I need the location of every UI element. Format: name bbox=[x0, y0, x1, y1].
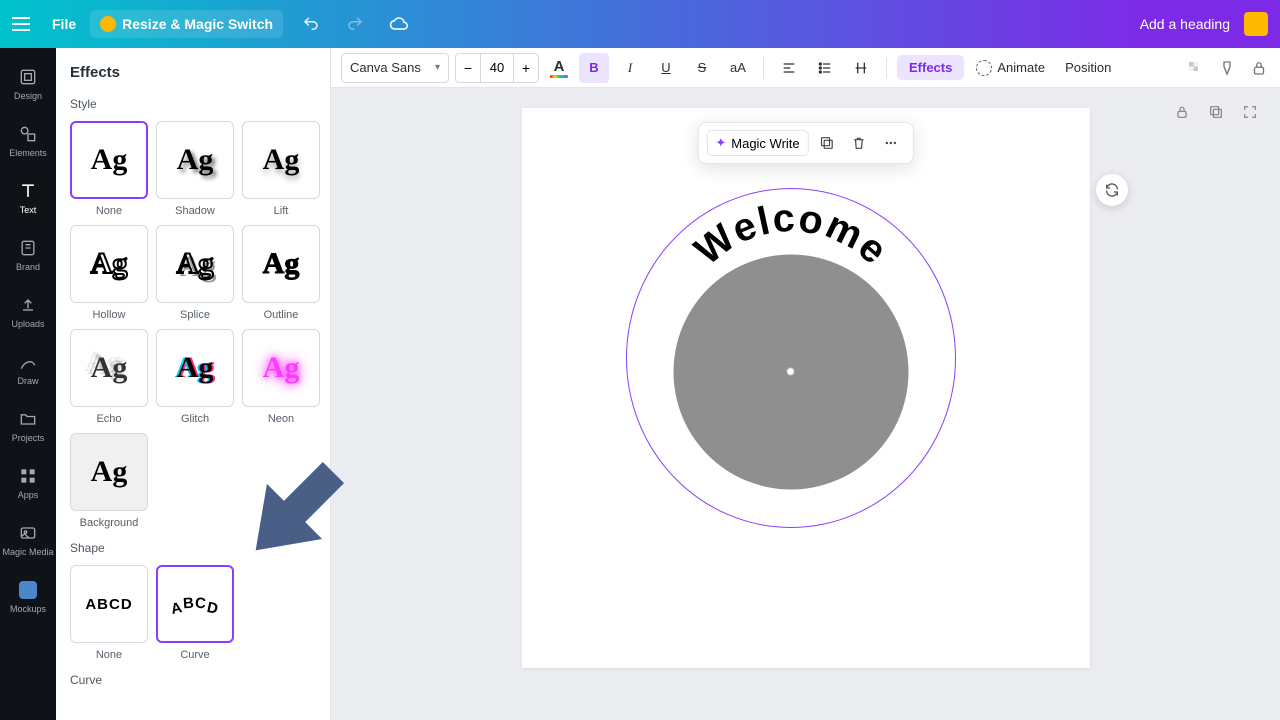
cloud-sync-icon[interactable] bbox=[383, 8, 415, 40]
font-size-control: − + bbox=[455, 53, 539, 83]
toolbar-separator bbox=[763, 57, 764, 79]
font-size-input[interactable] bbox=[480, 54, 514, 82]
font-family-dropdown[interactable]: Canva Sans ▾ bbox=[341, 53, 449, 83]
animate-icon bbox=[976, 60, 992, 76]
delete-element-button[interactable] bbox=[845, 129, 873, 157]
bold-button[interactable]: B bbox=[579, 53, 609, 83]
circle-shape-element[interactable] bbox=[673, 254, 908, 489]
strikethrough-button[interactable]: S bbox=[687, 53, 717, 83]
rail-mockups[interactable]: Mockups bbox=[0, 571, 56, 622]
rail-magic-media[interactable]: Magic Media bbox=[0, 514, 56, 565]
wand-icon: ✦ bbox=[715, 135, 726, 151]
resize-label: Resize & Magic Switch bbox=[122, 16, 273, 32]
effect-background[interactable]: AgBackground bbox=[70, 433, 148, 529]
crown-spark-icon bbox=[100, 16, 116, 32]
position-button[interactable]: Position bbox=[1057, 60, 1119, 75]
effect-outline[interactable]: AgOutline bbox=[242, 225, 320, 321]
copy-style-button[interactable] bbox=[1216, 57, 1238, 79]
mockups-icon bbox=[19, 581, 37, 599]
effect-shadow[interactable]: AgShadow bbox=[156, 121, 234, 217]
spacing-button[interactable] bbox=[846, 53, 876, 83]
lock-button[interactable] bbox=[1248, 57, 1270, 79]
duplicate-page-icon[interactable] bbox=[1206, 102, 1226, 122]
text-selection-bounds[interactable]: Welcome bbox=[626, 188, 956, 528]
expand-page-icon[interactable] bbox=[1240, 102, 1260, 122]
rail-draw[interactable]: Draw bbox=[0, 343, 56, 394]
font-size-decrease[interactable]: − bbox=[456, 54, 480, 82]
style-section-title: Style bbox=[70, 97, 316, 111]
undo-button[interactable] bbox=[295, 8, 327, 40]
rail-projects[interactable]: Projects bbox=[0, 400, 56, 451]
resize-magic-switch-button[interactable]: Resize & Magic Switch bbox=[90, 10, 283, 38]
shape-none[interactable]: ABCDNone bbox=[70, 565, 148, 661]
more-options-button[interactable] bbox=[877, 129, 905, 157]
top-menu-bar: File Resize & Magic Switch Add a heading bbox=[0, 0, 1280, 48]
rail-text[interactable]: Text bbox=[0, 172, 56, 223]
curve-section-title: Curve bbox=[70, 673, 316, 687]
panel-title: Effects bbox=[70, 64, 316, 81]
effects-panel: Effects Style AgNone AgShadow AgLift AgH… bbox=[56, 48, 331, 720]
text-color-button[interactable]: A bbox=[545, 54, 573, 82]
shape-section-title: Shape bbox=[70, 541, 316, 555]
selection-floating-toolbar: ✦ Magic Write bbox=[697, 122, 913, 164]
underline-button[interactable]: U bbox=[651, 53, 681, 83]
transparency-button[interactable] bbox=[1184, 57, 1206, 79]
effect-hollow[interactable]: AgHollow bbox=[70, 225, 148, 321]
text-case-button[interactable]: aA bbox=[723, 53, 753, 83]
effect-lift[interactable]: AgLift bbox=[242, 121, 320, 217]
effect-glitch[interactable]: AgGlitch bbox=[156, 329, 234, 425]
text-context-toolbar: Canva Sans ▾ − + A B I U S aA Effects An… bbox=[331, 48, 1280, 88]
canvas-area[interactable]: ✦ Magic Write Welcome bbox=[331, 88, 1280, 720]
align-button[interactable] bbox=[774, 53, 804, 83]
page-lock-icon[interactable] bbox=[1172, 102, 1192, 122]
redo-button[interactable] bbox=[339, 8, 371, 40]
rotation-handle[interactable] bbox=[787, 368, 795, 376]
effects-button[interactable]: Effects bbox=[897, 55, 964, 80]
left-tool-rail: Design Elements Text Brand Uploads Draw … bbox=[0, 48, 56, 720]
rail-brand[interactable]: Brand bbox=[0, 229, 56, 280]
effect-none[interactable]: AgNone bbox=[70, 121, 148, 217]
effect-neon[interactable]: AgNeon bbox=[242, 329, 320, 425]
list-button[interactable] bbox=[810, 53, 840, 83]
toolbar-separator bbox=[886, 57, 887, 79]
main-menu-icon[interactable] bbox=[12, 11, 38, 37]
italic-button[interactable]: I bbox=[615, 53, 645, 83]
duplicate-element-button[interactable] bbox=[813, 129, 841, 157]
file-menu[interactable]: File bbox=[52, 16, 76, 32]
design-title[interactable]: Add a heading bbox=[1140, 16, 1230, 32]
effect-echo[interactable]: AgEcho bbox=[70, 329, 148, 425]
rail-apps[interactable]: Apps bbox=[0, 457, 56, 508]
design-page[interactable]: ✦ Magic Write Welcome bbox=[522, 108, 1090, 668]
rail-elements[interactable]: Elements bbox=[0, 115, 56, 166]
effect-splice[interactable]: AgSplice bbox=[156, 225, 234, 321]
rail-uploads[interactable]: Uploads bbox=[0, 286, 56, 337]
shape-curve[interactable]: ABCDCurve bbox=[156, 565, 234, 661]
font-size-increase[interactable]: + bbox=[514, 54, 538, 82]
chevron-down-icon: ▾ bbox=[435, 62, 440, 73]
regenerate-button[interactable] bbox=[1096, 174, 1128, 206]
magic-write-button[interactable]: ✦ Magic Write bbox=[706, 130, 808, 156]
animate-button[interactable]: Animate bbox=[970, 60, 1051, 76]
pro-crown-icon[interactable] bbox=[1244, 12, 1268, 36]
rail-design[interactable]: Design bbox=[0, 58, 56, 109]
